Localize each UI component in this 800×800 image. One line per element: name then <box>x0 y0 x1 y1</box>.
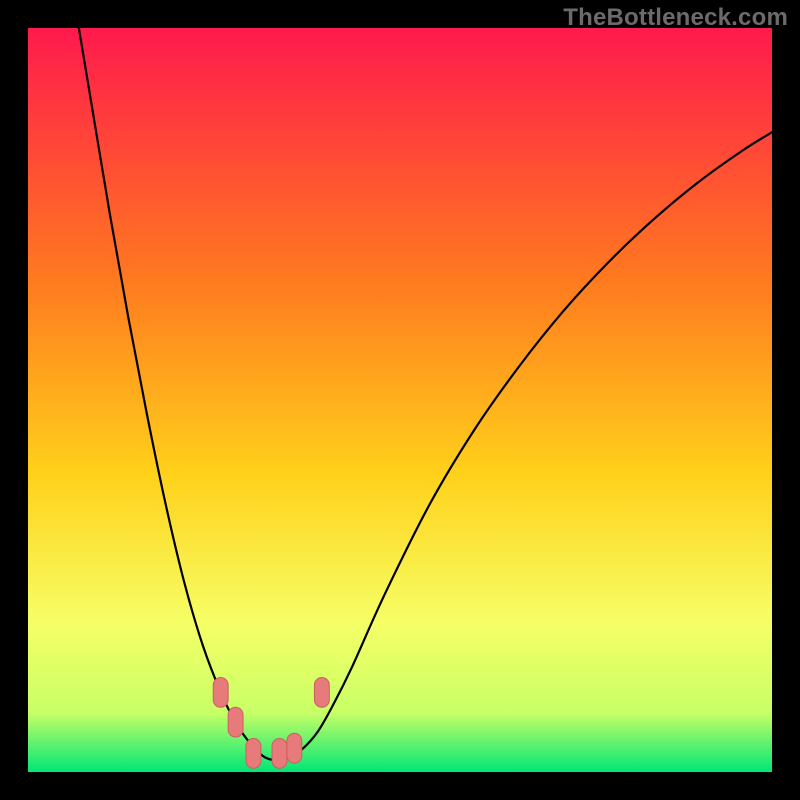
curve-marker <box>228 707 243 737</box>
watermark-text: TheBottleneck.com <box>563 4 788 32</box>
curve-marker <box>287 733 302 763</box>
curve-layer <box>28 28 772 772</box>
chart-stage: TheBottleneck.com <box>0 0 800 800</box>
plot-area <box>28 28 772 772</box>
curve-marker <box>272 739 287 769</box>
bottleneck-curve <box>73 28 772 760</box>
curve-marker <box>213 678 228 708</box>
curve-marker <box>246 739 261 769</box>
curve-markers <box>213 678 329 769</box>
curve-marker <box>314 678 329 708</box>
